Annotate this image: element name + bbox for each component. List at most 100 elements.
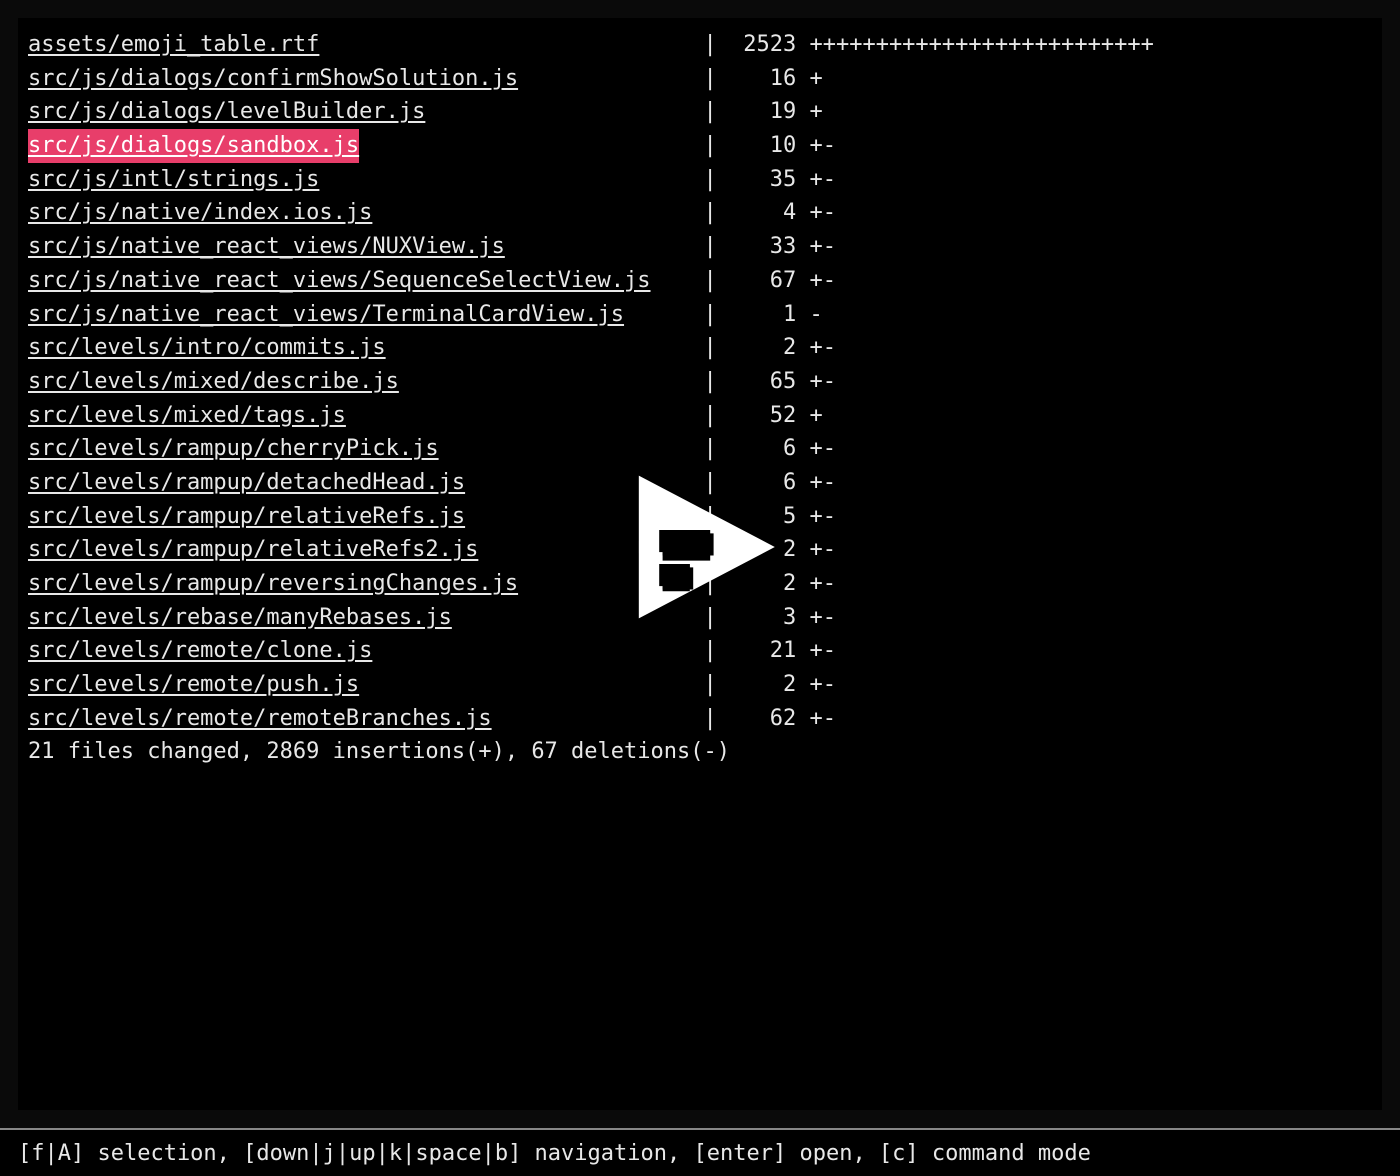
separator: | xyxy=(704,634,731,668)
change-count: 2 xyxy=(730,567,796,601)
padding xyxy=(386,331,704,365)
separator: | xyxy=(704,298,731,332)
file-row[interactable]: src/levels/remote/remoteBranches.js | 62… xyxy=(28,702,1372,736)
change-count: 3 xyxy=(730,601,796,635)
separator: | xyxy=(704,399,731,433)
file-name[interactable]: src/js/native/index.ios.js xyxy=(28,196,372,230)
file-row[interactable]: src/levels/remote/clone.js | 21+- xyxy=(28,634,1372,668)
padding xyxy=(651,264,704,298)
change-count: 2 xyxy=(730,668,796,702)
diff-stat: +- xyxy=(796,129,836,163)
padding xyxy=(465,500,703,534)
file-name[interactable]: src/levels/remote/remoteBranches.js xyxy=(28,702,492,736)
file-row[interactable]: src/levels/rampup/relativeRefs.js | 5+- xyxy=(28,500,1372,534)
file-row[interactable]: assets/emoji_table.rtf | 2523+++++++++++… xyxy=(28,28,1372,62)
diff-stat: +- xyxy=(796,533,836,567)
separator: | xyxy=(704,331,731,365)
padding xyxy=(372,634,703,668)
diff-summary: 21 files changed, 2869 insertions(+), 67… xyxy=(28,735,1372,769)
file-name[interactable]: src/js/native_react_views/NUXView.js xyxy=(28,230,505,264)
file-name[interactable]: src/levels/rampup/detachedHead.js xyxy=(28,466,465,500)
padding xyxy=(359,668,703,702)
file-row[interactable]: src/levels/rampup/detachedHead.js | 6+- xyxy=(28,466,1372,500)
change-count: 4 xyxy=(730,196,796,230)
file-row[interactable]: src/levels/remote/push.js | 2+- xyxy=(28,668,1372,702)
diff-stat: +- xyxy=(796,432,836,466)
file-row[interactable]: src/levels/mixed/tags.js | 52+ xyxy=(28,399,1372,433)
separator: | xyxy=(704,601,731,635)
file-row[interactable]: src/levels/rampup/relativeRefs2.js | 2+- xyxy=(28,533,1372,567)
file-row[interactable]: src/levels/rebase/manyRebases.js | 3+- xyxy=(28,601,1372,635)
file-name[interactable]: src/js/native_react_views/SequenceSelect… xyxy=(28,264,651,298)
status-bar: [f|A] selection, [down|j|up|k|space|b] n… xyxy=(0,1128,1400,1176)
separator: | xyxy=(704,702,731,736)
file-row[interactable]: src/js/dialogs/levelBuilder.js | 19+ xyxy=(28,95,1372,129)
diff-stat: +- xyxy=(796,230,836,264)
file-name[interactable]: src/levels/remote/push.js xyxy=(28,668,359,702)
file-name[interactable]: src/levels/mixed/describe.js xyxy=(28,365,399,399)
file-name[interactable]: src/levels/rebase/manyRebases.js xyxy=(28,601,452,635)
padding xyxy=(319,28,703,62)
change-count: 62 xyxy=(730,702,796,736)
file-name[interactable]: src/js/dialogs/sandbox.js xyxy=(28,129,359,163)
diff-stat: +- xyxy=(796,634,836,668)
separator: | xyxy=(704,28,731,62)
file-row[interactable]: src/levels/intro/commits.js | 2+- xyxy=(28,331,1372,365)
separator: | xyxy=(704,129,731,163)
file-row[interactable]: src/js/native_react_views/SequenceSelect… xyxy=(28,264,1372,298)
diff-stat: - xyxy=(796,298,822,332)
change-count: 19 xyxy=(730,95,796,129)
padding xyxy=(399,365,704,399)
separator: | xyxy=(704,230,731,264)
diff-stat: +- xyxy=(796,702,836,736)
file-name[interactable]: src/levels/mixed/tags.js xyxy=(28,399,346,433)
diff-stat: +- xyxy=(796,500,836,534)
file-name[interactable]: src/js/dialogs/levelBuilder.js xyxy=(28,95,425,129)
padding xyxy=(505,230,704,264)
file-row[interactable]: src/js/dialogs/confirmShowSolution.js | … xyxy=(28,62,1372,96)
separator: | xyxy=(704,432,731,466)
change-count: 2523 xyxy=(730,28,796,62)
file-name[interactable]: src/levels/remote/clone.js xyxy=(28,634,372,668)
padding xyxy=(465,466,703,500)
file-name[interactable]: src/levels/rampup/relativeRefs2.js xyxy=(28,533,478,567)
diff-stat: + xyxy=(796,62,822,96)
diff-stat: +- xyxy=(796,466,836,500)
file-list[interactable]: assets/emoji_table.rtf | 2523+++++++++++… xyxy=(28,28,1372,735)
separator: | xyxy=(704,567,731,601)
file-name[interactable]: src/levels/rampup/reversingChanges.js xyxy=(28,567,518,601)
file-row[interactable]: src/js/native_react_views/NUXView.js | 3… xyxy=(28,230,1372,264)
diff-stat: + xyxy=(796,95,822,129)
padding xyxy=(518,62,703,96)
diff-stat: +- xyxy=(796,601,836,635)
file-row[interactable]: src/js/dialogs/sandbox.js | 10+- xyxy=(28,129,1372,163)
padding xyxy=(319,163,703,197)
padding xyxy=(359,129,703,163)
change-count: 6 xyxy=(730,466,796,500)
diff-stat: +- xyxy=(796,668,836,702)
file-row[interactable]: src/levels/rampup/cherryPick.js | 6+- xyxy=(28,432,1372,466)
file-name[interactable]: src/js/intl/strings.js xyxy=(28,163,319,197)
separator: | xyxy=(704,95,731,129)
separator: | xyxy=(704,163,731,197)
file-name[interactable]: assets/emoji_table.rtf xyxy=(28,28,319,62)
file-name[interactable]: src/levels/rampup/relativeRefs.js xyxy=(28,500,465,534)
change-count: 65 xyxy=(730,365,796,399)
diff-stat: +- xyxy=(796,567,836,601)
diff-content: assets/emoji_table.rtf | 2523+++++++++++… xyxy=(18,18,1382,1110)
file-row[interactable]: src/levels/mixed/describe.js | 65+- xyxy=(28,365,1372,399)
file-row[interactable]: src/js/native_react_views/TerminalCardVi… xyxy=(28,298,1372,332)
padding xyxy=(518,567,703,601)
file-row[interactable]: src/levels/rampup/reversingChanges.js | … xyxy=(28,567,1372,601)
separator: | xyxy=(704,264,731,298)
file-row[interactable]: src/js/native/index.ios.js | 4+- xyxy=(28,196,1372,230)
change-count: 5 xyxy=(730,500,796,534)
change-count: 16 xyxy=(730,62,796,96)
file-name[interactable]: src/js/native_react_views/TerminalCardVi… xyxy=(28,298,624,332)
file-name[interactable]: src/js/dialogs/confirmShowSolution.js xyxy=(28,62,518,96)
diff-stat: +- xyxy=(796,196,836,230)
file-row[interactable]: src/js/intl/strings.js | 35+- xyxy=(28,163,1372,197)
file-name[interactable]: src/levels/intro/commits.js xyxy=(28,331,386,365)
padding xyxy=(425,95,703,129)
file-name[interactable]: src/levels/rampup/cherryPick.js xyxy=(28,432,439,466)
